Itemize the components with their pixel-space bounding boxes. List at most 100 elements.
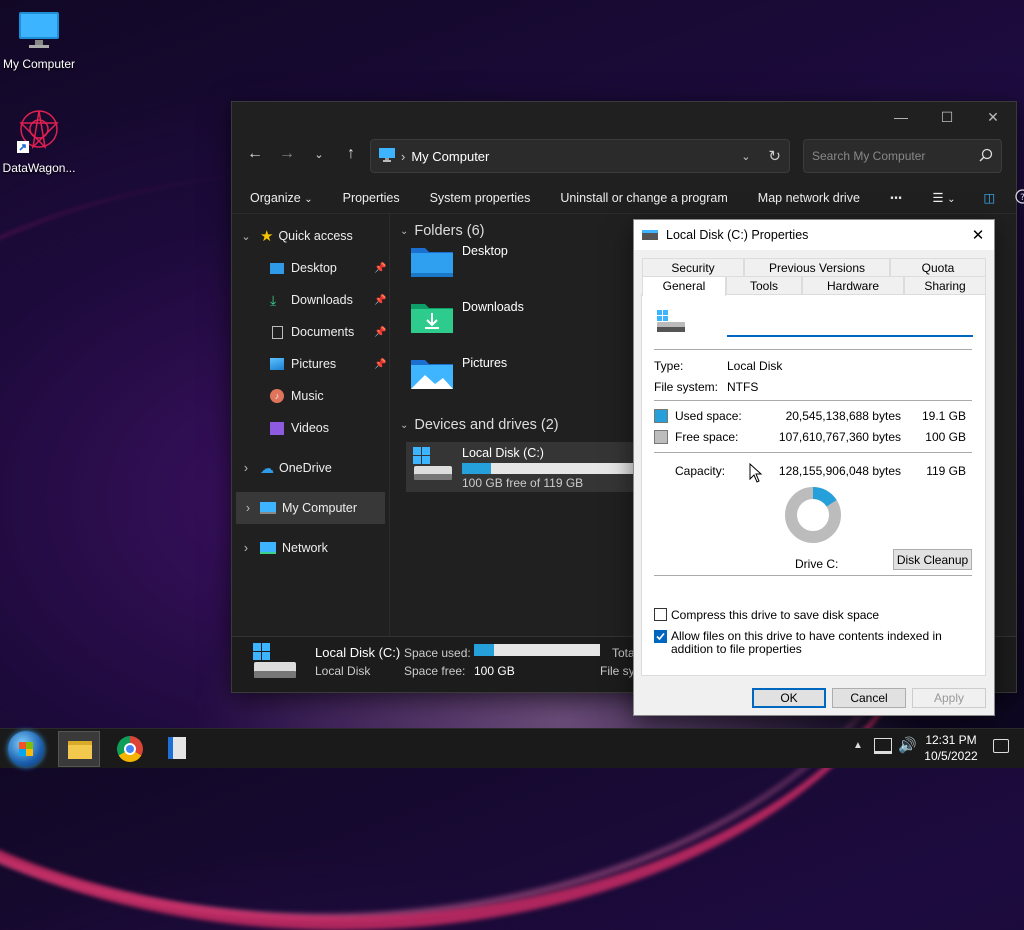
network-status-icon[interactable] xyxy=(874,738,892,754)
close-button[interactable]: ✕ xyxy=(970,102,1016,132)
cancel-button[interactable]: Cancel xyxy=(832,688,906,708)
show-hidden-icons-chevron[interactable]: ▲ xyxy=(853,740,863,751)
clock[interactable]: 12:31 PM 10/5/2022 xyxy=(918,732,984,764)
hard-drive-icon xyxy=(642,230,658,240)
apply-button[interactable]: Apply xyxy=(912,688,986,708)
sidebar-item-my-computer[interactable]: › My Computer xyxy=(236,492,385,524)
tab-hardware[interactable]: Hardware xyxy=(802,276,904,294)
folder-label: Desktop xyxy=(462,244,508,258)
datawagon-icon xyxy=(1,108,77,157)
sidebar-item-label: Desktop xyxy=(291,261,337,275)
chevron-right-icon[interactable]: › xyxy=(232,541,260,555)
organize-menu[interactable]: Organize ⌄ xyxy=(250,191,328,205)
forward-arrow-icon[interactable]: → xyxy=(272,139,302,169)
general-tab-panel: Type: Local Disk File system: NTFS Used … xyxy=(641,294,986,676)
sidebar-item-documents[interactable]: Documents 📌 xyxy=(232,316,389,348)
disk-cleanup-button[interactable]: Disk Cleanup xyxy=(893,549,972,570)
help-icon[interactable]: ? xyxy=(1015,188,1024,207)
sidebar-item-network[interactable]: › Network xyxy=(232,532,389,564)
sidebar-item-music[interactable]: ♪ Music xyxy=(232,380,389,412)
index-checkbox[interactable] xyxy=(654,630,667,643)
desktop-folder-icon xyxy=(410,244,454,281)
address-dropdown-icon[interactable]: ⌄ xyxy=(741,150,750,163)
capacity-label: Capacity: xyxy=(675,464,726,478)
sidebar-item-quick-access[interactable]: ⌄ ★ Quick access xyxy=(232,220,389,252)
drive-item-c[interactable]: Local Disk (C:) 100 GB free of 119 GB xyxy=(406,442,642,492)
tab-tools[interactable]: Tools xyxy=(726,276,802,294)
compress-label: Compress this drive to save disk space xyxy=(671,608,880,622)
system-properties-button[interactable]: System properties xyxy=(430,191,546,205)
sidebar-item-downloads[interactable]: ⤓ Downloads 📌 xyxy=(232,284,389,316)
tab-quota[interactable]: Quota xyxy=(890,258,986,276)
notification-icon[interactable] xyxy=(993,739,1009,753)
address-bar[interactable]: › My Computer ⌄ ↻ xyxy=(370,139,790,173)
refresh-icon[interactable]: ↻ xyxy=(768,147,781,165)
status-total-label: Tota xyxy=(612,646,635,660)
sidebar-item-pictures[interactable]: Pictures 📌 xyxy=(232,348,389,380)
sidebar-item-videos[interactable]: Videos xyxy=(232,412,389,444)
compress-checkbox[interactable] xyxy=(654,608,667,621)
drive-properties-dialog: Local Disk (C:) Properties ✕ Security Pr… xyxy=(633,219,995,716)
up-arrow-icon[interactable]: ↑ xyxy=(336,139,366,169)
sidebar-item-desktop[interactable]: Desktop 📌 xyxy=(232,252,389,284)
desktop-icon-datawagon[interactable]: DataWagon... xyxy=(1,108,77,175)
minimize-button[interactable]: — xyxy=(878,102,924,132)
ok-button[interactable]: OK xyxy=(752,688,826,708)
status-drive-type: Local Disk xyxy=(315,664,371,678)
pin-icon: 📌 xyxy=(374,294,387,306)
taskbar-chrome-button[interactable] xyxy=(117,736,143,762)
tab-sharing[interactable]: Sharing xyxy=(904,276,986,294)
sidebar-item-onedrive[interactable]: › ☁ OneDrive xyxy=(232,452,389,484)
details-pane-icon[interactable]: ◫ xyxy=(983,190,1015,205)
volume-icon[interactable]: 🔊 xyxy=(898,736,917,754)
mouse-cursor-icon xyxy=(749,463,763,483)
uninstall-program-button[interactable]: Uninstall or change a program xyxy=(560,191,742,205)
chevron-right-icon[interactable]: › xyxy=(232,461,260,475)
folder-label: Downloads xyxy=(462,300,524,314)
start-button[interactable] xyxy=(8,731,44,767)
sidebar-item-label: Pictures xyxy=(291,357,337,371)
monitor-icon xyxy=(1,10,77,53)
back-arrow-icon[interactable]: ← xyxy=(240,139,270,169)
index-label: Allow files on this drive to have conten… xyxy=(671,629,942,656)
capacity-bytes: 128,155,906,048 bytes xyxy=(778,464,901,478)
recent-chevron-icon[interactable]: ⌄ xyxy=(304,139,334,169)
sidebar-item-label: OneDrive xyxy=(279,461,332,475)
dialog-close-button[interactable]: ✕ xyxy=(962,226,994,244)
chrome-icon xyxy=(124,743,136,755)
svg-text:?: ? xyxy=(1020,193,1024,203)
sidebar-item-label: Music xyxy=(291,389,324,403)
taskbar-file-explorer-button[interactable] xyxy=(58,731,100,767)
tab-general[interactable]: General xyxy=(642,276,726,296)
folder-icon xyxy=(68,741,92,759)
view-options-icon[interactable]: ☰ ⌄ xyxy=(932,190,983,205)
book-icon xyxy=(168,737,186,759)
chevron-down-icon[interactable]: ⌄ xyxy=(400,420,408,431)
sidebar-item-label: Documents xyxy=(291,325,355,339)
pictures-icon xyxy=(270,358,284,370)
sidebar-item-label: Downloads xyxy=(291,293,353,307)
taskbar-app-button[interactable] xyxy=(168,737,190,761)
chevron-down-icon[interactable]: ⌄ xyxy=(232,230,260,243)
status-usage-bar xyxy=(474,644,600,656)
star-icon: ★ xyxy=(260,228,274,245)
tab-security[interactable]: Security xyxy=(642,258,744,276)
used-space-bytes: 20,545,138,688 bytes xyxy=(785,409,901,423)
maximize-button[interactable]: ☐ xyxy=(924,102,970,132)
sidebar-item-label: Quick access xyxy=(278,229,353,243)
chevron-down-icon[interactable]: ⌄ xyxy=(400,226,408,237)
more-options-icon[interactable]: ⋯ xyxy=(890,190,918,205)
monitor-icon xyxy=(379,147,395,165)
search-input[interactable]: Search My Computer xyxy=(803,139,1002,173)
search-placeholder: Search My Computer xyxy=(812,149,926,163)
status-usage-fill xyxy=(474,644,495,656)
type-label: Type: xyxy=(654,359,684,373)
volume-label-input[interactable] xyxy=(727,315,973,337)
tab-previous-versions[interactable]: Previous Versions xyxy=(744,258,890,276)
desktop-icon-my-computer[interactable]: My Computer xyxy=(1,10,77,71)
download-arrow-icon: ⤓ xyxy=(270,291,277,308)
chevron-right-icon[interactable]: › xyxy=(236,501,260,515)
properties-button[interactable]: Properties xyxy=(343,191,415,205)
map-network-drive-button[interactable]: Map network drive xyxy=(758,191,875,205)
status-space-used-label: Space used: xyxy=(404,646,471,660)
